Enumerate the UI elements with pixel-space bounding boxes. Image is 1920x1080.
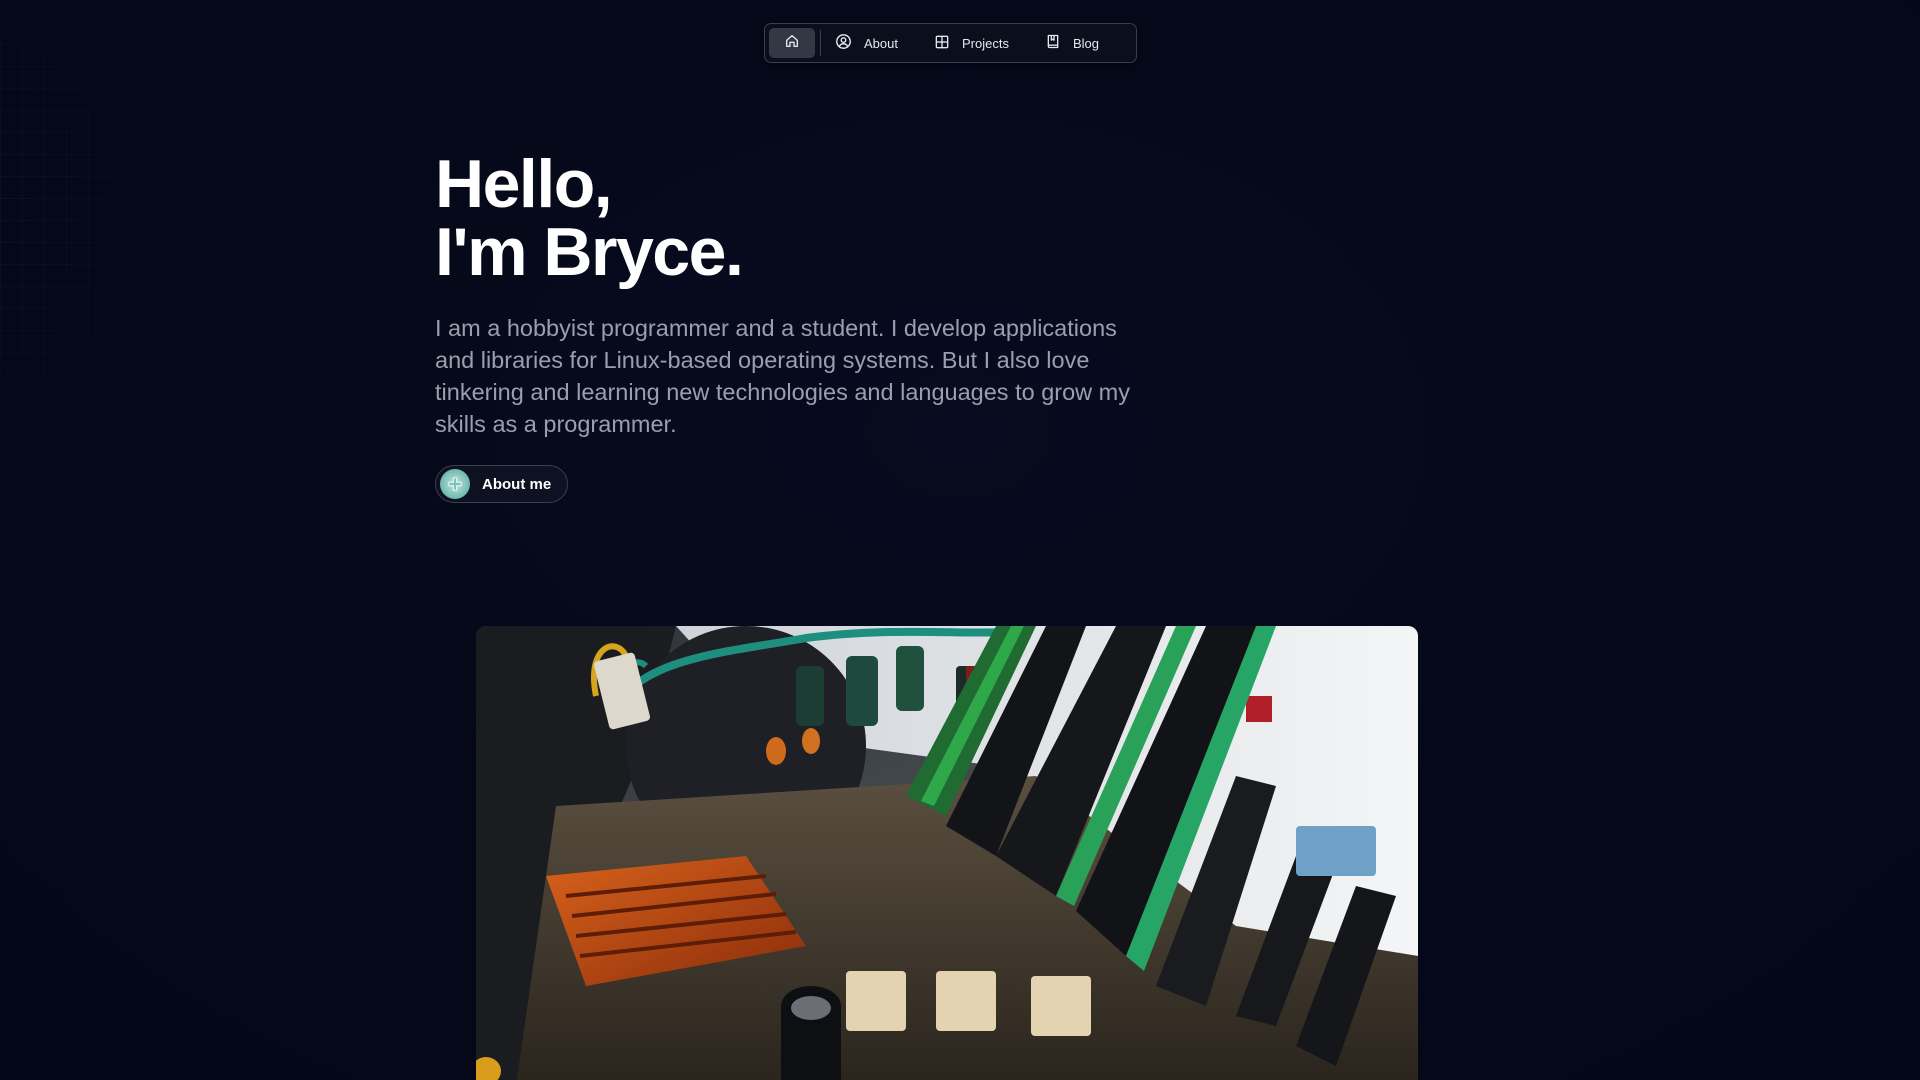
hero-description: I am a hobbyist programmer and a student… bbox=[435, 315, 1131, 437]
top-nav: About Projects Blog bbox=[764, 23, 1137, 63]
page: About Projects Blog Hello, I'm Bryce. I … bbox=[0, 0, 1920, 1080]
hero-section: Hello, I'm Bryce. I am a hobbyist progra… bbox=[435, 150, 1165, 503]
nav-item-projects[interactable]: Projects bbox=[924, 28, 1019, 58]
nav-item-blog-label: Blog bbox=[1072, 35, 1099, 51]
user-circle-icon bbox=[835, 33, 864, 53]
about-me-button[interactable]: About me bbox=[435, 465, 569, 503]
nav-home-button[interactable] bbox=[769, 28, 815, 58]
grid-icon bbox=[934, 34, 962, 53]
nav-item-projects-label: Projects bbox=[961, 35, 1009, 51]
grid-background bbox=[0, 0, 200, 500]
bookmark-book-icon bbox=[1045, 33, 1073, 53]
nav-item-about-label: About bbox=[864, 35, 898, 51]
hero-title-line-1: Hello, bbox=[435, 146, 613, 222]
home-icon bbox=[784, 33, 800, 54]
hero-title: Hello, I'm Bryce. bbox=[435, 150, 1165, 286]
hero-image bbox=[476, 626, 1418, 1080]
nav-item-blog[interactable]: Blog bbox=[1035, 28, 1109, 58]
avatar bbox=[440, 469, 470, 499]
motherboard-photo bbox=[476, 626, 1418, 1080]
about-me-button-label: About me bbox=[482, 475, 552, 493]
nav-item-about[interactable]: About bbox=[829, 28, 908, 58]
nav-divider bbox=[820, 30, 821, 56]
hero-title-line-2: I'm Bryce. bbox=[435, 214, 744, 290]
